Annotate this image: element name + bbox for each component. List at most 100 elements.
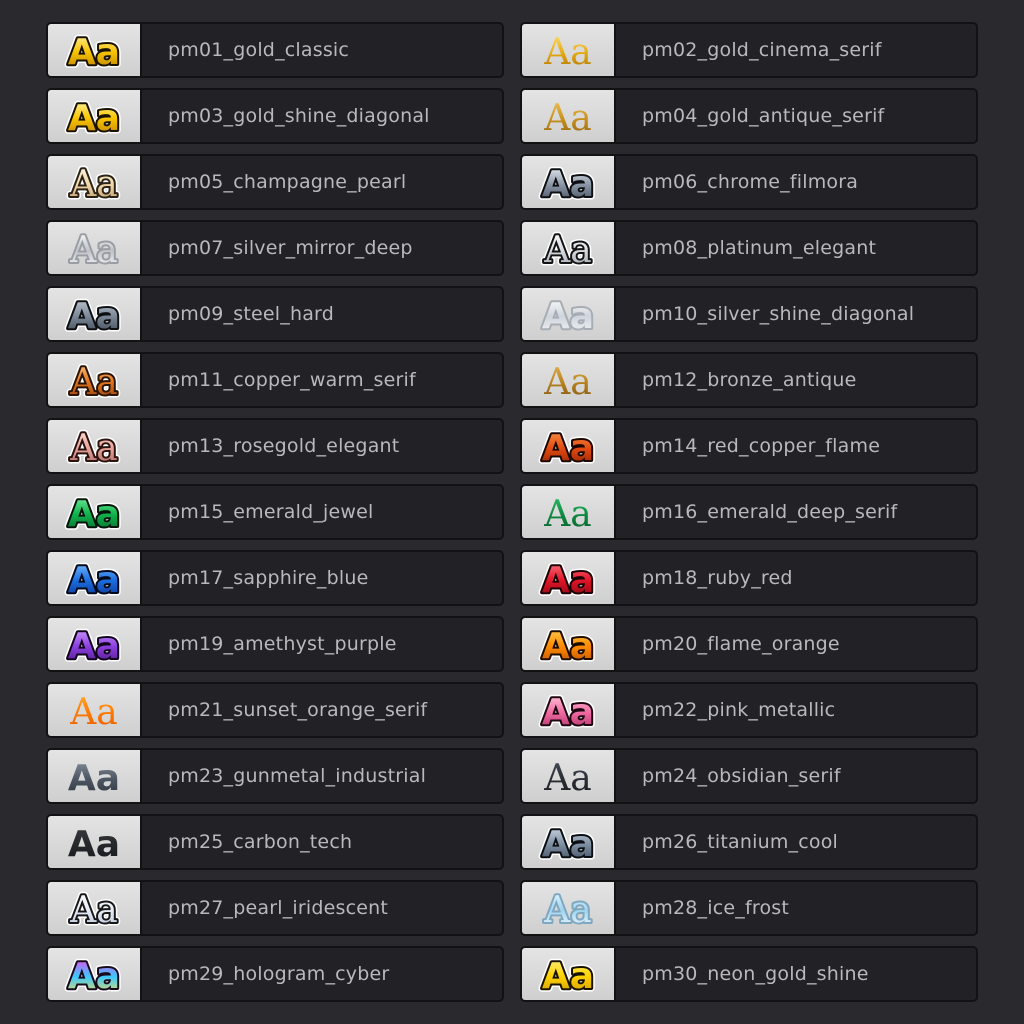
preset-item[interactable]: Aa pm24_obsidian_serif <box>520 748 978 804</box>
preset-name: pm01_gold_classic <box>168 39 350 61</box>
preset-thumbnail: Aa Aa Aa <box>522 222 616 274</box>
preset-name: pm25_carbon_tech <box>168 831 353 853</box>
preset-name: pm16_emerald_deep_serif <box>642 501 898 523</box>
preset-item[interactable]: Aa pm16_emerald_deep_serif <box>520 484 978 540</box>
preset-name: pm22_pink_metallic <box>642 699 836 721</box>
sample-text: Aa <box>542 626 594 667</box>
preset-name: pm02_gold_cinema_serif <box>642 39 882 61</box>
preset-item[interactable]: Aa pm25_carbon_tech <box>46 814 504 870</box>
preset-item[interactable]: Aa Aa Aa pm05_champagne_pearl <box>46 154 504 210</box>
preset-name: pm14_red_copper_flame <box>642 435 881 457</box>
sample-text: Aa <box>68 32 120 73</box>
preset-item[interactable]: Aa Aa Aa pm06_chrome_filmora <box>520 154 978 210</box>
sample-text: Aa <box>68 296 120 337</box>
sample-text: Aa <box>69 692 117 733</box>
preset-item[interactable]: Aa Aa Aa pm27_pearl_iridescent <box>46 880 504 936</box>
preset-item[interactable]: Aa Aa Aa pm11_copper_warm_serif <box>46 352 504 408</box>
preset-name: pm23_gunmetal_industrial <box>168 765 427 787</box>
font-sample-preview: AaAa <box>541 888 593 932</box>
preset-item[interactable]: Aa pm23_gunmetal_industrial <box>46 748 504 804</box>
sample-text: Aa <box>69 890 117 931</box>
sample-text: Aa <box>68 758 120 799</box>
preset-item[interactable]: Aa pm02_gold_cinema_serif <box>520 22 978 78</box>
font-sample-preview: AaAaAa <box>538 161 597 207</box>
preset-name: pm08_platinum_elegant <box>642 237 877 259</box>
preset-item[interactable]: Aa pm21_sunset_orange_serif <box>46 682 504 738</box>
preset-item[interactable]: Aa pm04_gold_antique_serif <box>520 88 978 144</box>
preset-name: pm27_pearl_iridescent <box>168 897 389 919</box>
preset-thumbnail: Aa Aa Aa <box>48 948 142 1000</box>
preset-item[interactable]: Aa Aa Aa pm22_pink_metallic <box>520 682 978 738</box>
sample-text: Aa <box>543 494 591 535</box>
sample-text: Aa <box>69 164 117 205</box>
preset-item[interactable]: Aa Aa Aa pm20_flame_orange <box>520 616 978 672</box>
preset-item[interactable]: Aa Aa Aa pm01_gold_classic <box>46 22 504 78</box>
preset-name: pm24_obsidian_serif <box>642 765 841 787</box>
preset-thumbnail: Aa Aa Aa <box>48 618 142 670</box>
preset-thumbnail: Aa Aa Aa <box>522 420 616 472</box>
preset-thumbnail: Aa Aa Aa <box>48 420 142 472</box>
preset-name: pm13_rosegold_elegant <box>168 435 400 457</box>
sample-text: Aa <box>542 692 594 733</box>
sample-text: Aa <box>68 626 120 667</box>
sample-text: Aa <box>543 230 591 271</box>
preset-item[interactable]: Aa Aa pm07_silver_mirror_deep <box>46 220 504 276</box>
preset-name: pm29_hologram_cyber <box>168 963 390 985</box>
preset-name: pm18_ruby_red <box>642 567 793 589</box>
preset-item[interactable]: Aa Aa Aa pm13_rosegold_elegant <box>46 418 504 474</box>
preset-name: pm21_sunset_orange_serif <box>168 699 428 721</box>
preset-name: pm17_sapphire_blue <box>168 567 369 589</box>
sample-text: Aa <box>69 230 117 271</box>
preset-item[interactable]: Aa Aa Aa pm15_emerald_jewel <box>46 484 504 540</box>
font-sample-preview: AaAaAa <box>66 425 121 471</box>
preset-name: pm11_copper_warm_serif <box>168 369 416 391</box>
preset-item[interactable]: Aa pm12_bronze_antique <box>520 352 978 408</box>
sample-text: Aa <box>542 164 594 205</box>
font-sample-preview: AaAaAa <box>538 953 597 999</box>
sample-text: Aa <box>542 956 594 997</box>
preset-thumbnail: Aa Aa <box>48 222 142 274</box>
preset-name: pm03_gold_shine_diagonal <box>168 105 430 127</box>
preset-name: pm19_amethyst_purple <box>168 633 397 655</box>
preset-thumbnail: Aa Aa Aa <box>48 288 142 340</box>
font-sample-preview: AaAa <box>540 294 596 338</box>
font-sample-preview: Aa <box>68 758 120 799</box>
font-sample-preview: Aa <box>68 824 120 865</box>
font-sample-preview: AaAaAa <box>538 557 597 603</box>
font-sample-preview: AaAaAa <box>64 491 123 537</box>
preset-item[interactable]: Aa Aa Aa pm30_neon_gold_shine <box>520 946 978 1002</box>
sample-text: Aa <box>68 98 120 139</box>
preset-thumbnail: Aa Aa Aa <box>48 486 142 538</box>
preset-thumbnail: Aa Aa Aa <box>522 948 616 1000</box>
font-sample-preview: AaAaAa <box>66 161 121 207</box>
font-sample-preview: Aa <box>543 32 591 73</box>
preset-name: pm05_champagne_pearl <box>168 171 407 193</box>
preset-thumbnail: Aa <box>48 816 142 868</box>
preset-item[interactable]: Aa Aa Aa pm08_platinum_elegant <box>520 220 978 276</box>
preset-item[interactable]: Aa Aa Aa pm26_titanium_cool <box>520 814 978 870</box>
preset-item[interactable]: Aa Aa pm10_silver_shine_diagonal <box>520 286 978 342</box>
font-sample-preview: Aa <box>543 98 591 139</box>
preset-grid: Aa Aa Aa pm01_gold_classic Aa pm02_gold_cinem… <box>46 22 978 1002</box>
preset-name: pm30_neon_gold_shine <box>642 963 869 985</box>
font-sample-preview: AaAaAa <box>66 359 121 405</box>
font-sample-preview: AaAaAa <box>538 689 597 735</box>
sample-text: Aa <box>542 296 594 337</box>
preset-name: pm26_titanium_cool <box>642 831 839 853</box>
preset-item[interactable]: Aa Aa pm28_ice_frost <box>520 880 978 936</box>
sample-text: Aa <box>68 824 120 865</box>
preset-thumbnail: Aa Aa Aa <box>48 156 142 208</box>
preset-item[interactable]: Aa Aa Aa pm03_gold_shine_diagonal <box>46 88 504 144</box>
preset-item[interactable]: Aa Aa Aa pm18_ruby_red <box>520 550 978 606</box>
preset-name: pm15_emerald_jewel <box>168 501 374 523</box>
font-sample-preview: AaAaAa <box>64 293 123 339</box>
sample-text: Aa <box>542 824 594 865</box>
preset-item[interactable]: Aa Aa Aa pm19_amethyst_purple <box>46 616 504 672</box>
preset-item[interactable]: Aa Aa Aa pm17_sapphire_blue <box>46 550 504 606</box>
preset-thumbnail: Aa <box>522 24 616 76</box>
font-sample-preview: AaAaAa <box>538 623 597 669</box>
font-sample-preview: AaAaAa <box>64 953 123 999</box>
preset-item[interactable]: Aa Aa Aa pm14_red_copper_flame <box>520 418 978 474</box>
preset-item[interactable]: Aa Aa Aa pm29_hologram_cyber <box>46 946 504 1002</box>
preset-item[interactable]: Aa Aa Aa pm09_steel_hard <box>46 286 504 342</box>
